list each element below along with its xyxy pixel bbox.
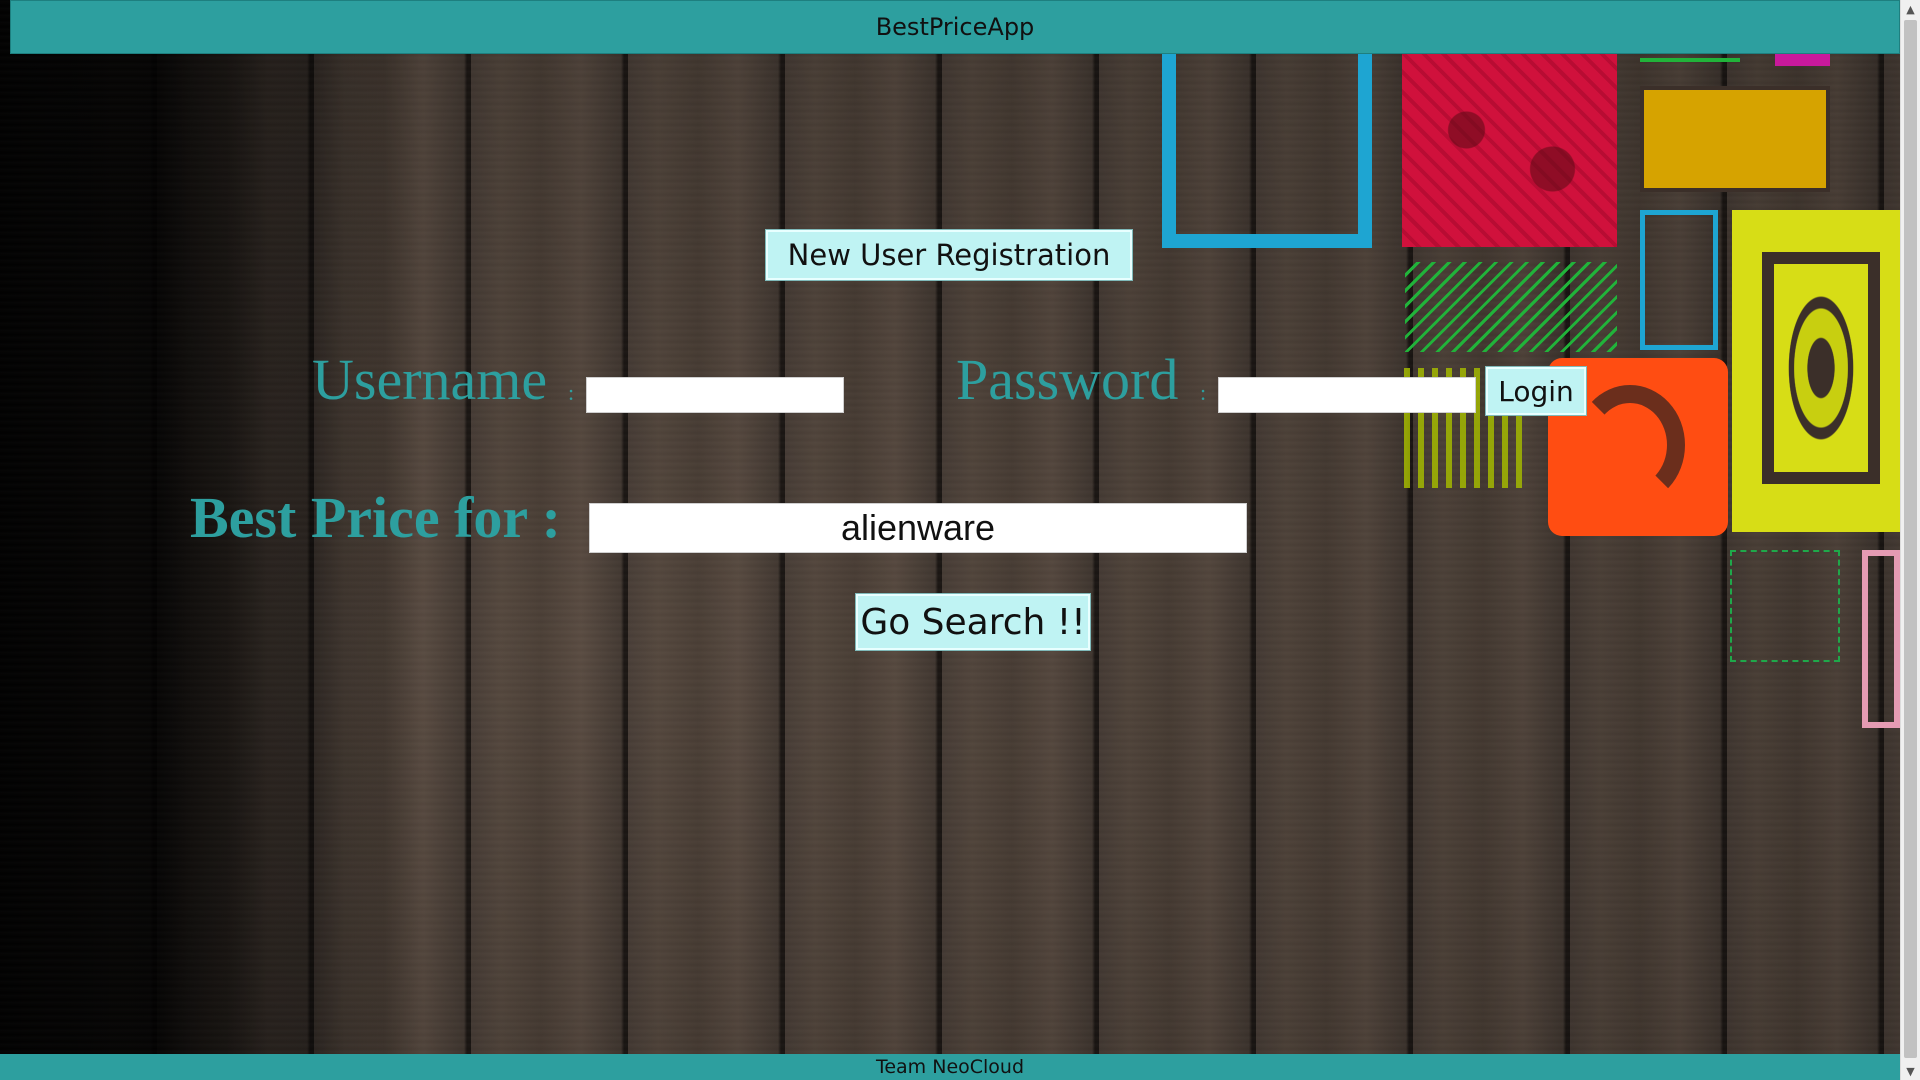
app-title: BestPriceApp xyxy=(875,13,1035,41)
decorative-red-pattern xyxy=(1402,52,1617,247)
username-label: Username xyxy=(312,347,548,412)
go-search-button[interactable]: Go Search !! xyxy=(856,594,1090,650)
password-input[interactable] xyxy=(1218,377,1476,413)
app-footer: Team NeoCloud xyxy=(0,1054,1900,1080)
decorative-envelope-pattern xyxy=(1640,86,1830,192)
password-label: Password xyxy=(956,347,1179,412)
scroll-up-arrow-icon[interactable]: ▲ xyxy=(1901,0,1920,18)
app-page: BestPriceApp New User Registration Usern… xyxy=(0,0,1920,1080)
scroll-down-arrow-icon[interactable]: ▼ xyxy=(1901,1062,1920,1080)
decorative-blue-box xyxy=(1640,210,1718,350)
best-price-label: Best Price for : xyxy=(190,485,561,550)
vertical-scrollbar[interactable]: ▲ ▼ xyxy=(1900,0,1920,1080)
decorative-pink-frame xyxy=(1862,550,1900,728)
search-input[interactable] xyxy=(589,503,1247,553)
decorative-dashed-box xyxy=(1730,550,1840,662)
decorative-blue-frame xyxy=(1162,52,1372,248)
decorative-magenta-block xyxy=(1775,52,1830,66)
login-button[interactable]: Login xyxy=(1486,367,1586,415)
username-input[interactable] xyxy=(586,377,844,413)
scrollbar-thumb[interactable] xyxy=(1904,20,1917,1058)
new-user-registration-button[interactable]: New User Registration xyxy=(766,230,1132,280)
app-header: BestPriceApp xyxy=(10,0,1900,54)
decorative-lime-ornament xyxy=(1762,252,1880,484)
decorative-orange-symbol xyxy=(1575,385,1685,505)
decorative-green-stripes xyxy=(1405,262,1617,352)
footer-text: Team NeoCloud xyxy=(875,1056,1025,1078)
username-colon: : xyxy=(568,380,575,405)
password-colon: : xyxy=(1200,380,1207,405)
